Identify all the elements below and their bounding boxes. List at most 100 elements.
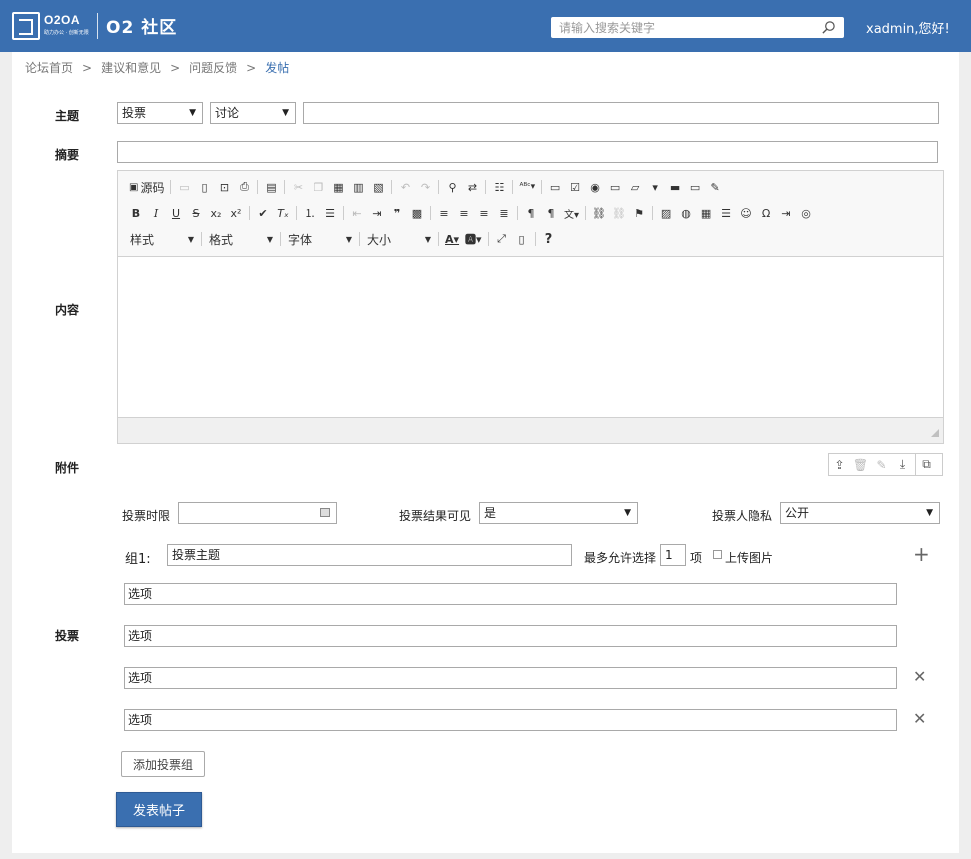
page-break-icon[interactable]: ⇥ bbox=[776, 204, 796, 222]
find-icon[interactable]: ⚲ bbox=[442, 178, 462, 196]
unlink-icon[interactable]: ⛓ bbox=[609, 204, 629, 222]
vote-deadline-input[interactable] bbox=[178, 502, 337, 524]
show-blocks-icon[interactable]: ▯ bbox=[512, 230, 532, 248]
italic-icon[interactable]: I bbox=[146, 204, 166, 222]
paste-text-icon[interactable]: ▥ bbox=[348, 178, 368, 196]
copy-format-icon[interactable]: ✔ bbox=[253, 204, 273, 222]
submit-post-button[interactable]: 发表帖子 bbox=[116, 792, 202, 827]
subscript-icon[interactable]: x₂ bbox=[206, 204, 226, 222]
user-greeting[interactable]: xadmin,您好! bbox=[866, 18, 950, 37]
link-icon[interactable]: ⛓ bbox=[589, 204, 609, 222]
editor-content-area[interactable] bbox=[118, 257, 943, 418]
vote-group-subject-input[interactable]: 投票主题 bbox=[167, 544, 572, 566]
site-title[interactable]: O2 社区 bbox=[106, 13, 177, 38]
vote-option-input[interactable]: 选项 bbox=[124, 667, 897, 689]
remove-format-icon[interactable]: Tₓ bbox=[273, 204, 293, 222]
align-right-icon[interactable]: ≡ bbox=[474, 204, 494, 222]
smiley-icon[interactable]: ☺ bbox=[736, 204, 756, 222]
bg-color-icon[interactable]: 🅰▾ bbox=[462, 230, 485, 248]
radio-icon[interactable]: ◉ bbox=[585, 178, 605, 196]
maximize-icon[interactable]: ⤢ bbox=[492, 230, 512, 248]
bold-icon[interactable]: B bbox=[126, 204, 146, 222]
rtl-icon[interactable]: ¶ bbox=[541, 204, 561, 222]
horizontal-rule-icon[interactable]: ☰ bbox=[716, 204, 736, 222]
image-icon[interactable]: ▨ bbox=[656, 204, 676, 222]
copy-icon[interactable]: ❐ bbox=[308, 178, 328, 196]
undo-icon[interactable]: ↶ bbox=[395, 178, 415, 196]
superscript-icon[interactable]: x² bbox=[226, 204, 246, 222]
remove-option-icon[interactable]: ✕ bbox=[913, 669, 926, 685]
outdent-icon[interactable]: ⇤ bbox=[347, 204, 367, 222]
breadcrumb-item-home[interactable]: 论坛首页 bbox=[25, 61, 73, 75]
vote-option-input[interactable]: 选项 bbox=[124, 625, 897, 647]
upload-image-checkbox[interactable] bbox=[713, 550, 722, 559]
source-button[interactable]: ▣ 源码 bbox=[126, 178, 167, 196]
special-char-icon[interactable]: Ω bbox=[756, 204, 776, 222]
preview-icon[interactable]: ⊡ bbox=[214, 178, 234, 196]
align-left-icon[interactable]: ≡ bbox=[434, 204, 454, 222]
bulleted-list-icon[interactable]: ☰ bbox=[320, 204, 340, 222]
numbered-list-icon[interactable]: ⒈ bbox=[300, 204, 320, 222]
save-icon[interactable]: ▭ bbox=[174, 178, 194, 196]
select-all-icon[interactable]: ☷ bbox=[489, 178, 509, 196]
align-center-icon[interactable]: ≡ bbox=[454, 204, 474, 222]
subject-type-select-1[interactable]: 投票 ▼ bbox=[117, 102, 203, 124]
font-combo[interactable]: 字体 ▼ bbox=[284, 230, 356, 248]
cut-icon[interactable]: ✂ bbox=[288, 178, 308, 196]
replace-icon[interactable]: ⇄ bbox=[462, 178, 482, 196]
vote-option-input[interactable]: 选项 bbox=[124, 583, 897, 605]
button-icon[interactable]: ▬ bbox=[665, 178, 685, 196]
anchor-flag-icon[interactable]: ⚑ bbox=[629, 204, 649, 222]
align-justify-icon[interactable]: ≣ bbox=[494, 204, 514, 222]
size-combo[interactable]: 大小 ▼ bbox=[363, 230, 435, 248]
flash-icon[interactable]: ◍ bbox=[676, 204, 696, 222]
new-page-icon[interactable]: ▯ bbox=[194, 178, 214, 196]
style-combo[interactable]: 样式 ▼ bbox=[126, 230, 198, 248]
breadcrumb-item-suggestions[interactable]: 建议和意见 bbox=[101, 61, 161, 75]
result-visible-select[interactable]: 是 ▼ bbox=[479, 502, 638, 524]
blockquote-icon[interactable]: ❞ bbox=[387, 204, 407, 222]
edit-icon[interactable]: ✎ bbox=[871, 454, 892, 475]
summary-input[interactable] bbox=[117, 141, 938, 163]
breadcrumb-item-feedback[interactable]: 问题反馈 bbox=[189, 61, 237, 75]
div-container-icon[interactable]: ▩ bbox=[407, 204, 427, 222]
spellcheck-icon[interactable]: ᴬᴮᶜ▾ bbox=[516, 178, 538, 196]
select-field-icon[interactable]: ▾ bbox=[645, 178, 665, 196]
open-external-icon[interactable]: ⧉ bbox=[916, 454, 937, 475]
language-icon[interactable]: 文▾ bbox=[561, 204, 582, 222]
paste-icon[interactable]: ▦ bbox=[328, 178, 348, 196]
search-icon[interactable] bbox=[821, 20, 836, 35]
ltr-icon[interactable]: ¶ bbox=[521, 204, 541, 222]
privacy-select[interactable]: 公开 ▼ bbox=[780, 502, 940, 524]
search-input[interactable] bbox=[551, 17, 816, 38]
calendar-icon[interactable] bbox=[320, 508, 330, 517]
iframe-icon[interactable]: ◎ bbox=[796, 204, 816, 222]
download-icon[interactable]: ⤓ bbox=[892, 454, 913, 475]
remove-option-icon[interactable]: ✕ bbox=[913, 711, 926, 727]
strikethrough-icon[interactable]: S bbox=[186, 204, 206, 222]
hidden-field-icon[interactable]: ✎ bbox=[705, 178, 725, 196]
resize-grip-icon[interactable] bbox=[931, 429, 939, 437]
upload-icon[interactable]: ⇪ bbox=[829, 454, 850, 475]
checkbox-icon[interactable]: ☑ bbox=[565, 178, 585, 196]
textfield-icon[interactable]: ▭ bbox=[605, 178, 625, 196]
table-icon[interactable]: ▦ bbox=[696, 204, 716, 222]
indent-icon[interactable]: ⇥ bbox=[367, 204, 387, 222]
print-icon[interactable]: ⎙ bbox=[234, 178, 254, 196]
add-option-icon[interactable]: + bbox=[913, 544, 930, 564]
image-button-icon[interactable]: ▭ bbox=[685, 178, 705, 196]
textarea-icon[interactable]: ▱ bbox=[625, 178, 645, 196]
subject-input[interactable] bbox=[303, 102, 939, 124]
redo-icon[interactable]: ↷ bbox=[415, 178, 435, 196]
underline-icon[interactable]: U bbox=[166, 204, 186, 222]
text-color-icon[interactable]: A▾ bbox=[442, 230, 462, 248]
vote-option-input[interactable]: 选项 bbox=[124, 709, 897, 731]
format-combo[interactable]: 格式 ▼ bbox=[205, 230, 277, 248]
add-vote-group-button[interactable]: 添加投票组 bbox=[121, 751, 205, 777]
form-icon[interactable]: ▭ bbox=[545, 178, 565, 196]
help-icon[interactable]: ? bbox=[539, 230, 559, 248]
paste-word-icon[interactable]: ▧ bbox=[368, 178, 388, 196]
delete-icon[interactable]: 🗑 bbox=[850, 454, 871, 475]
templates-icon[interactable]: ▤ bbox=[261, 178, 281, 196]
max-select-input[interactable]: 1 bbox=[660, 544, 686, 566]
